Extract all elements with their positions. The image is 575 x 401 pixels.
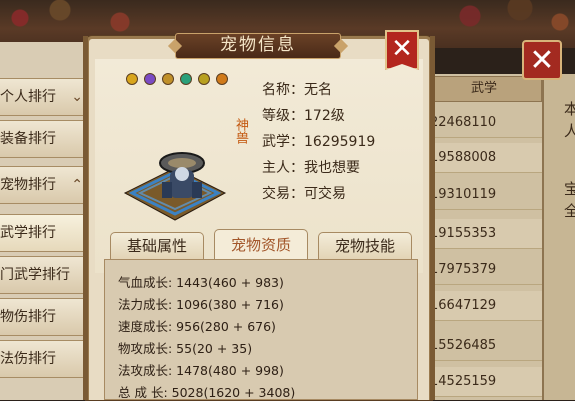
side-label-char: 本: [564, 100, 575, 118]
pet-portrait: [123, 152, 227, 221]
info-level: 等级：172级: [262, 108, 345, 124]
info-value: 172级: [304, 108, 345, 124]
table-row[interactable]: 16647129: [425, 291, 542, 321]
rank-item-label: 法伤排行: [0, 351, 56, 367]
rank-item-label: 门武学排行: [0, 267, 70, 283]
stat-mp-growth: 法力成长: 1096(380 + 716): [118, 297, 284, 312]
info-label: 名称: [262, 82, 290, 98]
info-trade: 交易：可交易: [262, 186, 346, 202]
rank-item-label: 个人排行: [0, 89, 56, 105]
rank-item-label: 武学排行: [0, 225, 56, 241]
chevron-down-icon: ⌄: [71, 89, 83, 105]
column-header-martial: 武学: [470, 81, 497, 96]
table-row[interactable]: 19310119: [425, 180, 542, 210]
side-label-char: 人: [564, 122, 575, 140]
background-close-icon[interactable]: ✕: [522, 40, 562, 80]
rank-item-physical-damage[interactable]: 物伤排行: [0, 298, 92, 336]
bow-icon[interactable]: [162, 73, 174, 85]
info-value: 我也想要: [304, 160, 360, 176]
rank-item-pet[interactable]: 宠物排行 ⌃: [0, 166, 92, 204]
chevron-up-icon: ⌃: [71, 177, 83, 193]
rank-item-magic-damage[interactable]: 法伤排行: [0, 340, 92, 378]
rank-item-martial[interactable]: 武学排行: [0, 214, 92, 252]
info-label: 武学: [262, 134, 290, 150]
tab-pet-skills[interactable]: 宠物技能: [318, 232, 412, 260]
flame-icon[interactable]: [216, 73, 228, 85]
info-label: 等级: [262, 108, 290, 124]
dialog-frame-left: [83, 36, 88, 400]
info-label: 交易: [262, 186, 290, 202]
gold-coin-icon[interactable]: [126, 73, 138, 85]
info-label: 主人: [262, 160, 290, 176]
stat-total-growth: 总 成 长: 5028(1620 + 3408): [118, 385, 296, 400]
rank-item-equipment[interactable]: 装备排行: [0, 120, 92, 158]
table-row[interactable]: 15526485: [425, 331, 542, 361]
self-rank-panel: 本 人 宝 全: [542, 74, 575, 400]
rank-item-label: 物伤排行: [0, 309, 56, 325]
side-label-char: 全: [564, 202, 575, 220]
stat-physical-attack-growth: 物攻成长: 55(20 + 35): [118, 341, 253, 356]
info-value: 无名: [304, 82, 332, 98]
tab-basic-attributes[interactable]: 基础属性: [110, 232, 204, 260]
green-orb-icon[interactable]: [180, 73, 192, 85]
table-row[interactable]: 19588008: [425, 143, 542, 173]
table-row[interactable]: 22468110: [425, 108, 542, 138]
table-row[interactable]: 19155353: [425, 219, 542, 249]
stat-hp-growth: 气血成长: 1443(460 + 983): [118, 275, 284, 290]
rank-item-label: 装备排行: [0, 131, 56, 147]
rank-item-personal[interactable]: 个人排行 ⌄: [0, 78, 92, 116]
purple-orb-icon[interactable]: [144, 73, 156, 85]
info-martial: 武学：16295919: [262, 134, 376, 150]
info-owner: 主人：我也想要: [262, 160, 360, 176]
stat-magic-attack-growth: 法攻成长: 1478(480 + 998): [118, 363, 284, 378]
table-row[interactable]: 17975379: [425, 255, 542, 285]
tab-pet-aptitude[interactable]: 宠物资质: [214, 229, 308, 260]
stat-speed-growth: 速度成长: 956(280 + 676): [118, 319, 276, 334]
info-value: 16295919: [304, 134, 376, 150]
info-name: 名称：无名: [262, 82, 332, 98]
table-row[interactable]: 14525159: [425, 367, 542, 397]
close-button[interactable]: ✕: [385, 30, 419, 70]
leaf-icon[interactable]: [198, 73, 210, 85]
divine-beast-badge: 神兽: [233, 118, 248, 144]
info-value: 可交易: [304, 186, 346, 202]
rank-item-sect-martial[interactable]: 门武学排行: [0, 256, 92, 294]
dialog-frame-right: [430, 36, 435, 400]
dialog-title: 宠物信息: [220, 35, 296, 55]
side-label-char: 宝: [564, 180, 575, 198]
rank-item-label: 宠物排行: [0, 177, 56, 193]
